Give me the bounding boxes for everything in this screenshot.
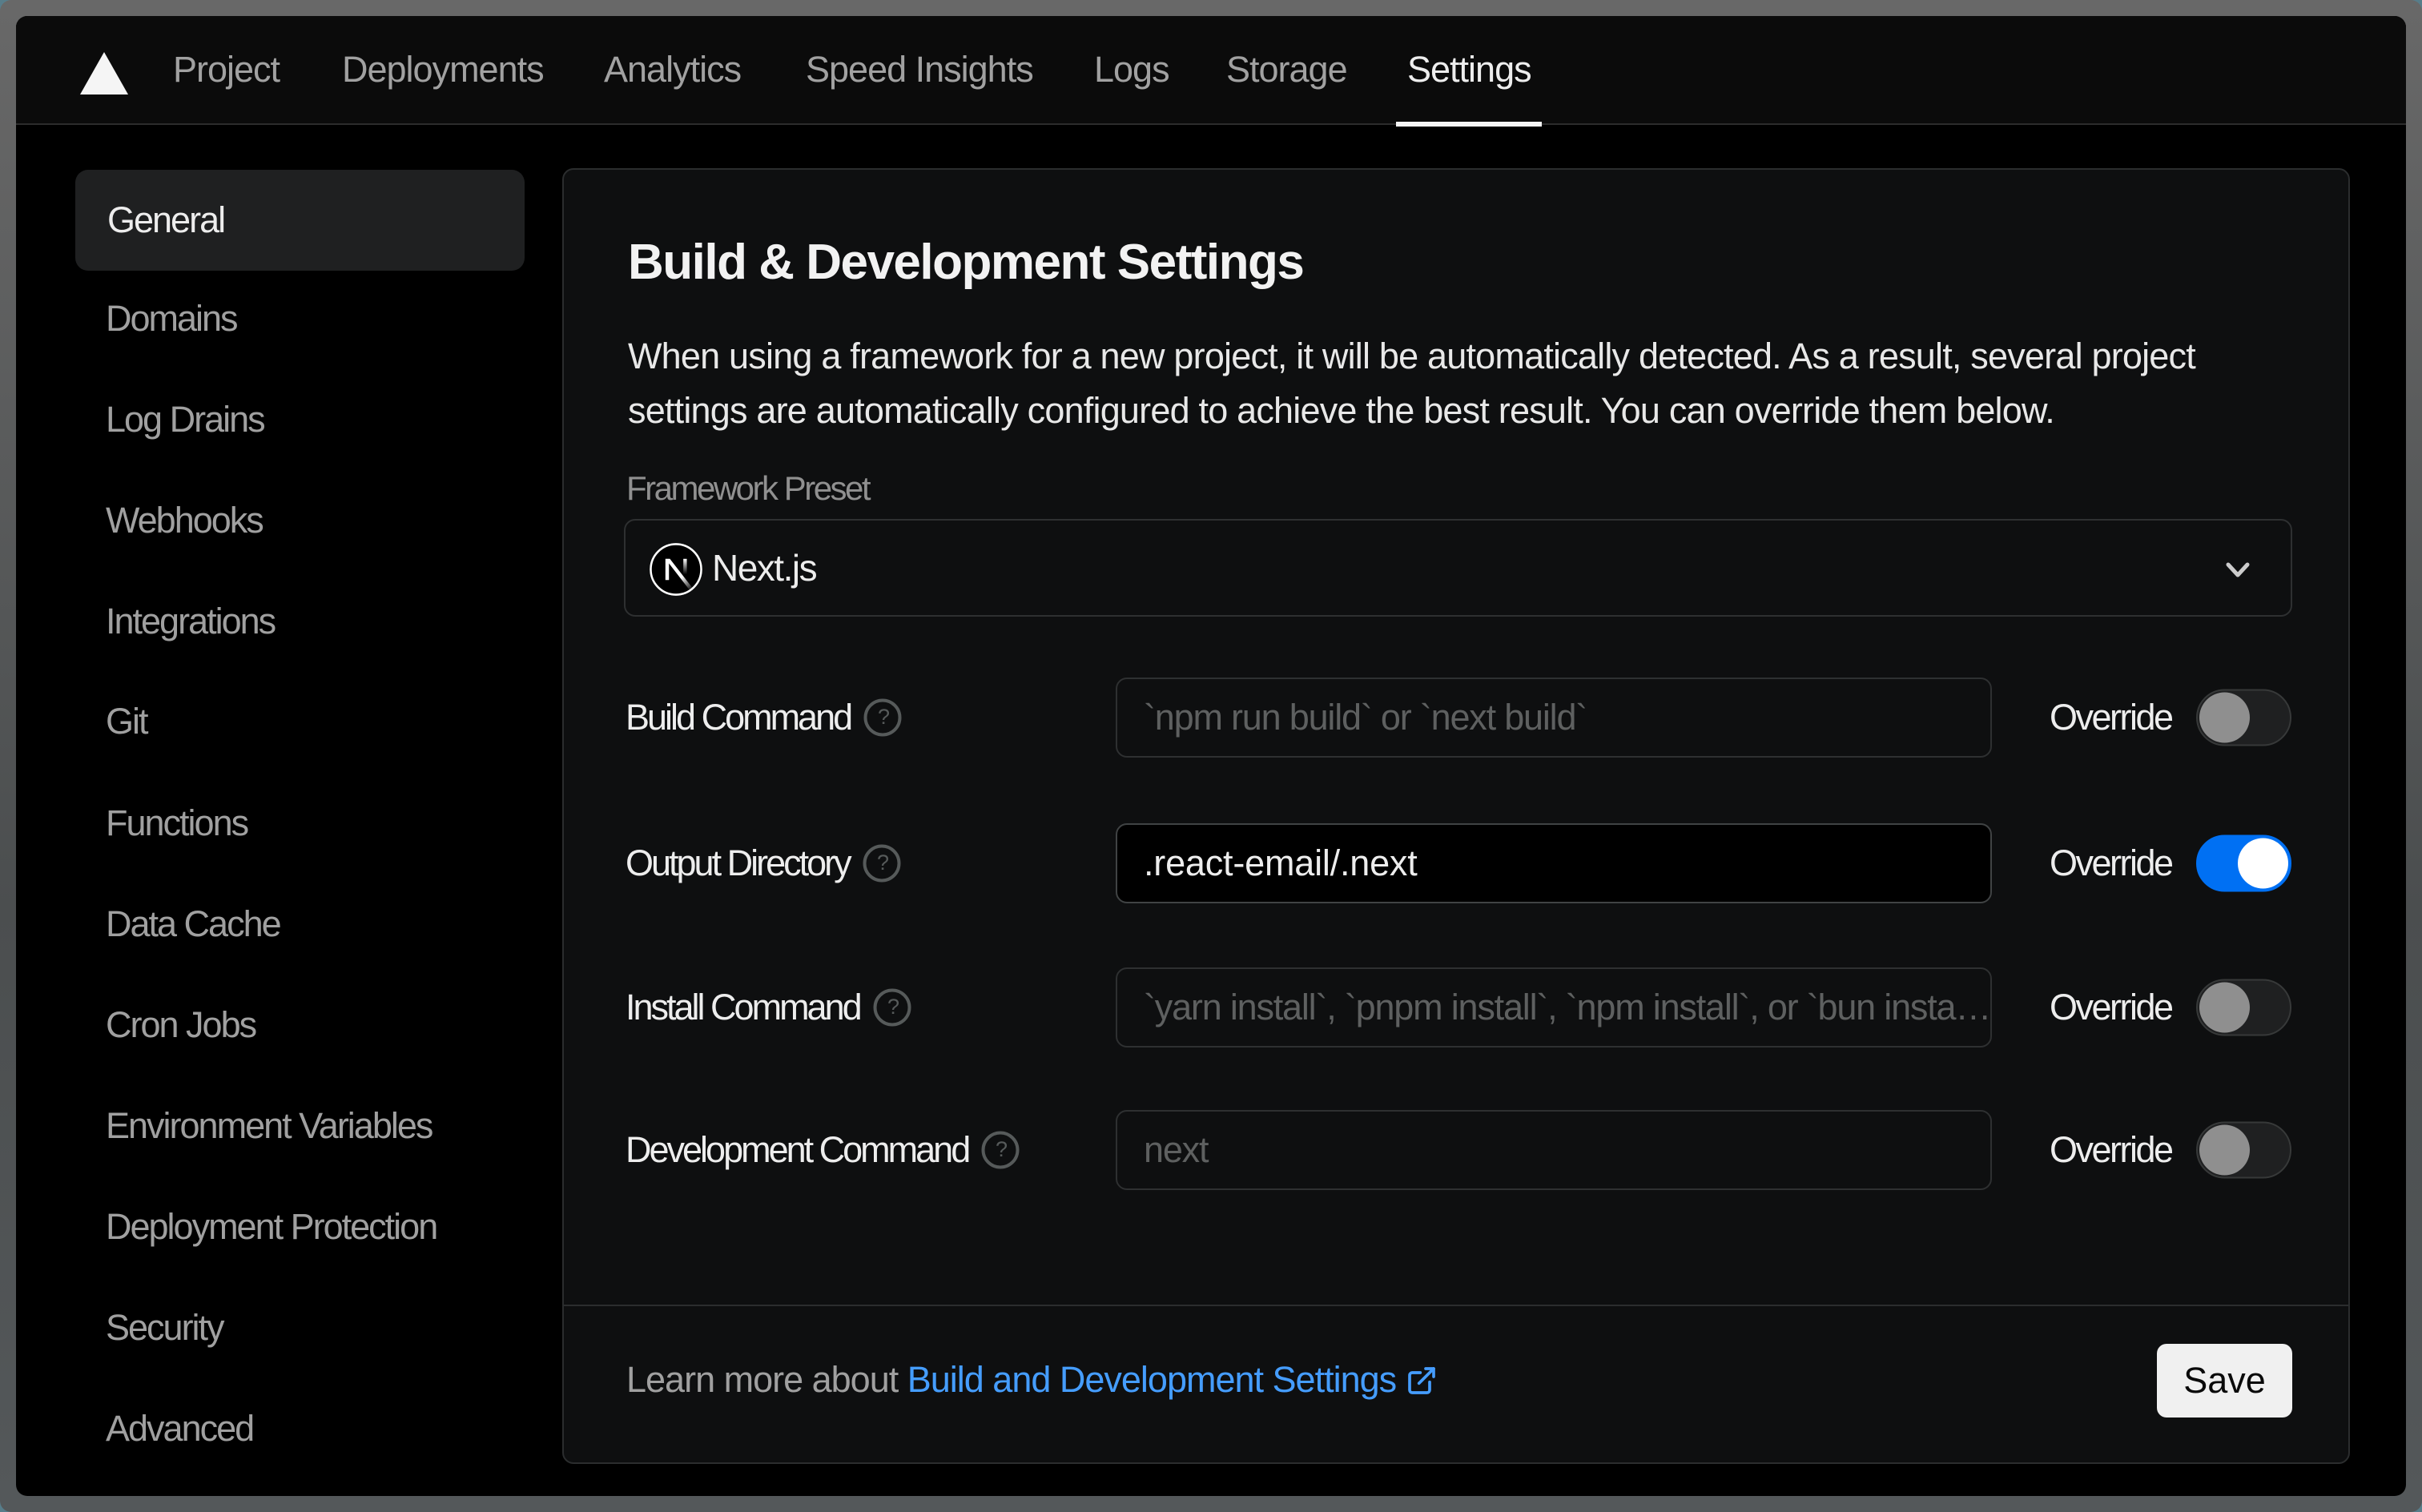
svg-text:?: ? — [996, 1137, 1008, 1161]
svg-text:?: ? — [877, 850, 889, 875]
svg-text:?: ? — [887, 995, 899, 1019]
svg-text:?: ? — [878, 705, 890, 729]
